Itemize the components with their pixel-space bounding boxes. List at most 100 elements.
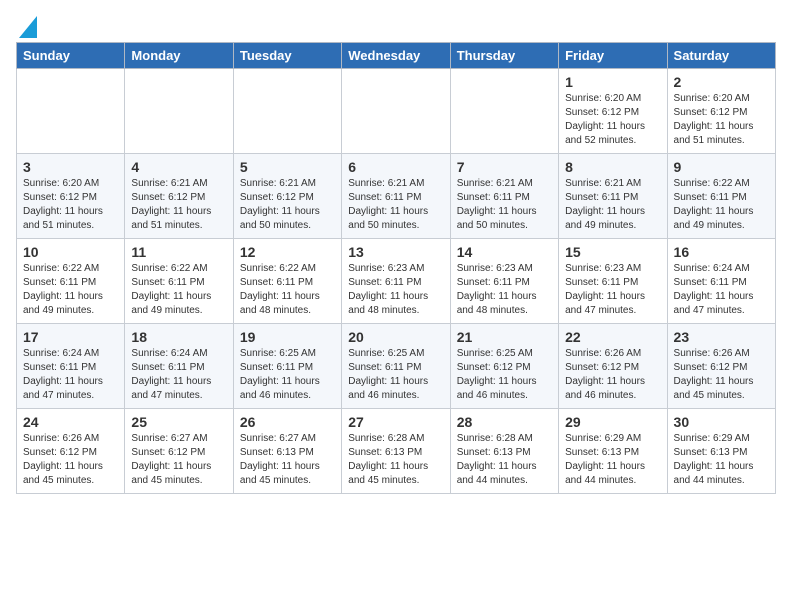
- calendar-cell: [342, 69, 450, 154]
- calendar-cell: 9 Sunrise: 6:22 AM Sunset: 6:11 PM Daylig…: [667, 154, 775, 239]
- day-number: 28: [457, 414, 552, 430]
- calendar-cell: 10Sunrise: 6:22 AM Sunset: 6:11 PM Dayli…: [17, 239, 125, 324]
- calendar-cell: 30 Sunrise: 6:29 AM Sunset: 6:13 PM Dayli…: [667, 409, 775, 494]
- logo: [16, 16, 37, 34]
- day-info: Sunrise: 6:29 AM Sunset: 6:13 PM Dayligh…: [565, 432, 660, 488]
- day-number: 25: [131, 414, 226, 430]
- day-info: Sunrise: 6:27 AM Sunset: 6:12 PM Dayligh…: [131, 432, 226, 488]
- calendar-cell: 6 Sunrise: 6:21 AM Sunset: 6:11 PM Daylig…: [342, 154, 450, 239]
- day-number: 3: [23, 159, 118, 175]
- day-number: 5: [240, 159, 335, 175]
- calendar-cell: 11 Sunrise: 6:22 AM Sunset: 6:11 PM Dayli…: [125, 239, 233, 324]
- calendar-cell: 17Sunrise: 6:24 AM Sunset: 6:11 PM Dayli…: [17, 324, 125, 409]
- day-number: 26: [240, 414, 335, 430]
- column-header-monday: Monday: [125, 43, 233, 69]
- day-number: 21: [457, 329, 552, 345]
- calendar-week-4: 17Sunrise: 6:24 AM Sunset: 6:11 PM Dayli…: [17, 324, 776, 409]
- calendar-week-2: 3 Sunrise: 6:20 AM Sunset: 6:12 PM Daylig…: [17, 154, 776, 239]
- day-info: Sunrise: 6:20 AM Sunset: 6:12 PM Dayligh…: [23, 177, 118, 233]
- day-info: Sunrise: 6:28 AM Sunset: 6:13 PM Dayligh…: [348, 432, 443, 488]
- day-number: 19: [240, 329, 335, 345]
- day-info: Sunrise: 6:22 AM Sunset: 6:11 PM Dayligh…: [240, 262, 335, 318]
- calendar-week-5: 24 Sunrise: 6:26 AM Sunset: 6:12 PM Dayli…: [17, 409, 776, 494]
- day-info: Sunrise: 6:27 AM Sunset: 6:13 PM Dayligh…: [240, 432, 335, 488]
- calendar-cell: [233, 69, 341, 154]
- day-info: Sunrise: 6:21 AM Sunset: 6:11 PM Dayligh…: [457, 177, 552, 233]
- day-number: 7: [457, 159, 552, 175]
- column-header-sunday: Sunday: [17, 43, 125, 69]
- day-number: 30: [674, 414, 769, 430]
- day-info: Sunrise: 6:26 AM Sunset: 6:12 PM Dayligh…: [23, 432, 118, 488]
- page-header: [16, 16, 776, 34]
- day-info: Sunrise: 6:22 AM Sunset: 6:11 PM Dayligh…: [131, 262, 226, 318]
- calendar-cell: 3 Sunrise: 6:20 AM Sunset: 6:12 PM Daylig…: [17, 154, 125, 239]
- calendar-cell: 15 Sunrise: 6:23 AM Sunset: 6:11 PM Dayli…: [559, 239, 667, 324]
- calendar-cell: [17, 69, 125, 154]
- day-info: Sunrise: 6:28 AM Sunset: 6:13 PM Dayligh…: [457, 432, 552, 488]
- calendar-cell: 2 Sunrise: 6:20 AM Sunset: 6:12 PM Daylig…: [667, 69, 775, 154]
- day-number: 4: [131, 159, 226, 175]
- day-info: Sunrise: 6:21 AM Sunset: 6:11 PM Dayligh…: [348, 177, 443, 233]
- day-number: 1: [565, 74, 660, 90]
- day-info: Sunrise: 6:23 AM Sunset: 6:11 PM Dayligh…: [348, 262, 443, 318]
- calendar-cell: 27 Sunrise: 6:28 AM Sunset: 6:13 PM Dayli…: [342, 409, 450, 494]
- day-number: 2: [674, 74, 769, 90]
- calendar-cell: 19 Sunrise: 6:25 AM Sunset: 6:11 PM Dayli…: [233, 324, 341, 409]
- day-number: 27: [348, 414, 443, 430]
- calendar-cell: 25 Sunrise: 6:27 AM Sunset: 6:12 PM Dayli…: [125, 409, 233, 494]
- calendar-cell: 26 Sunrise: 6:27 AM Sunset: 6:13 PM Dayli…: [233, 409, 341, 494]
- calendar-cell: 14 Sunrise: 6:23 AM Sunset: 6:11 PM Dayli…: [450, 239, 558, 324]
- day-info: Sunrise: 6:21 AM Sunset: 6:12 PM Dayligh…: [131, 177, 226, 233]
- calendar-week-3: 10Sunrise: 6:22 AM Sunset: 6:11 PM Dayli…: [17, 239, 776, 324]
- day-info: Sunrise: 6:29 AM Sunset: 6:13 PM Dayligh…: [674, 432, 769, 488]
- calendar-table: SundayMondayTuesdayWednesdayThursdayFrid…: [16, 42, 776, 494]
- day-info: Sunrise: 6:25 AM Sunset: 6:11 PM Dayligh…: [240, 347, 335, 403]
- day-number: 6: [348, 159, 443, 175]
- calendar-cell: 1 Sunrise: 6:20 AM Sunset: 6:12 PM Daylig…: [559, 69, 667, 154]
- day-info: Sunrise: 6:23 AM Sunset: 6:11 PM Dayligh…: [565, 262, 660, 318]
- column-header-tuesday: Tuesday: [233, 43, 341, 69]
- calendar-cell: 7 Sunrise: 6:21 AM Sunset: 6:11 PM Daylig…: [450, 154, 558, 239]
- calendar-cell: 22 Sunrise: 6:26 AM Sunset: 6:12 PM Dayli…: [559, 324, 667, 409]
- calendar-cell: 20 Sunrise: 6:25 AM Sunset: 6:11 PM Dayli…: [342, 324, 450, 409]
- day-number: 29: [565, 414, 660, 430]
- day-info: Sunrise: 6:26 AM Sunset: 6:12 PM Dayligh…: [565, 347, 660, 403]
- logo-icon: [19, 16, 37, 38]
- day-info: Sunrise: 6:25 AM Sunset: 6:12 PM Dayligh…: [457, 347, 552, 403]
- day-number: 20: [348, 329, 443, 345]
- day-info: Sunrise: 6:21 AM Sunset: 6:12 PM Dayligh…: [240, 177, 335, 233]
- calendar-cell: 28 Sunrise: 6:28 AM Sunset: 6:13 PM Dayli…: [450, 409, 558, 494]
- day-info: Sunrise: 6:26 AM Sunset: 6:12 PM Dayligh…: [674, 347, 769, 403]
- calendar-cell: [450, 69, 558, 154]
- calendar-week-1: 1 Sunrise: 6:20 AM Sunset: 6:12 PM Daylig…: [17, 69, 776, 154]
- calendar-cell: 18Sunrise: 6:24 AM Sunset: 6:11 PM Dayli…: [125, 324, 233, 409]
- day-info: Sunrise: 6:22 AM Sunset: 6:11 PM Dayligh…: [674, 177, 769, 233]
- day-number: 22: [565, 329, 660, 345]
- calendar-cell: 21 Sunrise: 6:25 AM Sunset: 6:12 PM Dayli…: [450, 324, 558, 409]
- day-number: 15: [565, 244, 660, 260]
- day-number: 11: [131, 244, 226, 260]
- day-number: 23: [674, 329, 769, 345]
- calendar-cell: 29 Sunrise: 6:29 AM Sunset: 6:13 PM Dayli…: [559, 409, 667, 494]
- day-number: 8: [565, 159, 660, 175]
- day-number: 18: [131, 329, 226, 345]
- day-info: Sunrise: 6:25 AM Sunset: 6:11 PM Dayligh…: [348, 347, 443, 403]
- calendar-cell: 24 Sunrise: 6:26 AM Sunset: 6:12 PM Dayli…: [17, 409, 125, 494]
- day-number: 24: [23, 414, 118, 430]
- calendar-cell: 4 Sunrise: 6:21 AM Sunset: 6:12 PM Daylig…: [125, 154, 233, 239]
- day-info: Sunrise: 6:21 AM Sunset: 6:11 PM Dayligh…: [565, 177, 660, 233]
- day-number: 9: [674, 159, 769, 175]
- day-info: Sunrise: 6:22 AM Sunset: 6:11 PM Dayligh…: [23, 262, 118, 318]
- day-number: 14: [457, 244, 552, 260]
- calendar-cell: 8 Sunrise: 6:21 AM Sunset: 6:11 PM Daylig…: [559, 154, 667, 239]
- day-info: Sunrise: 6:23 AM Sunset: 6:11 PM Dayligh…: [457, 262, 552, 318]
- column-header-saturday: Saturday: [667, 43, 775, 69]
- calendar-cell: 12 Sunrise: 6:22 AM Sunset: 6:11 PM Dayli…: [233, 239, 341, 324]
- day-number: 17: [23, 329, 118, 345]
- day-info: Sunrise: 6:20 AM Sunset: 6:12 PM Dayligh…: [674, 92, 769, 148]
- day-number: 13: [348, 244, 443, 260]
- day-number: 12: [240, 244, 335, 260]
- day-info: Sunrise: 6:20 AM Sunset: 6:12 PM Dayligh…: [565, 92, 660, 148]
- calendar-cell: 16Sunrise: 6:24 AM Sunset: 6:11 PM Dayli…: [667, 239, 775, 324]
- column-header-thursday: Thursday: [450, 43, 558, 69]
